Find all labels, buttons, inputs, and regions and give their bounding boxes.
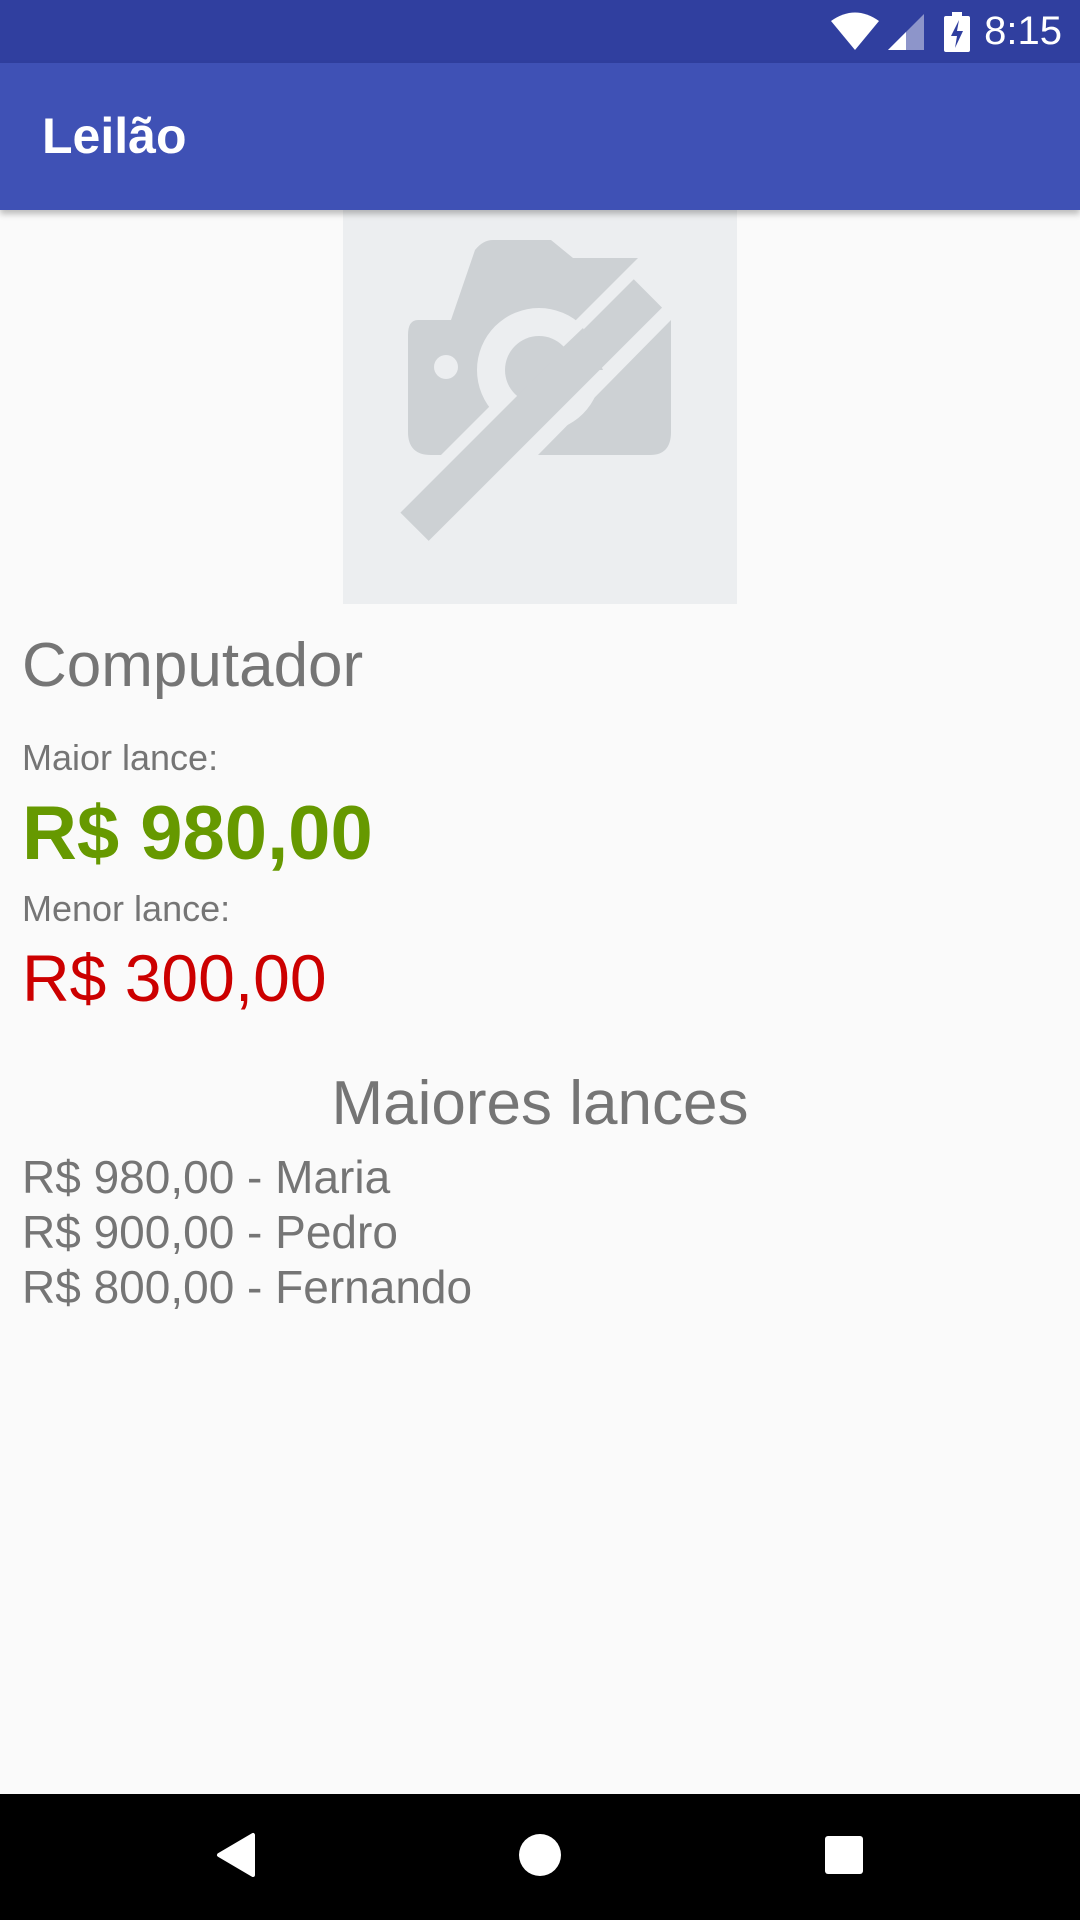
- no-photo-icon: [343, 210, 737, 604]
- highest-bid-label: Maior lance:: [22, 737, 219, 778]
- recent-apps-icon: [824, 1835, 864, 1880]
- navigation-bar: [0, 1794, 1080, 1920]
- battery-charging-icon: [944, 11, 971, 52]
- lowest-bid-value: R$ 300,00: [22, 941, 327, 1015]
- home-icon: [518, 1833, 562, 1882]
- app-bar: Leilão: [0, 63, 1080, 210]
- app-title: Leilão: [42, 108, 187, 164]
- screen: 8:15 Leilão Computador Maior lance: R$ 9…: [0, 0, 1080, 1920]
- list-item: R$ 800,00 - Fernando: [22, 1261, 473, 1313]
- product-image: [343, 210, 737, 604]
- back-button[interactable]: [175, 1794, 295, 1920]
- highest-bid-value: R$ 980,00: [22, 791, 373, 876]
- home-button[interactable]: [480, 1794, 600, 1920]
- list-item: R$ 900,00 - Pedro: [22, 1206, 398, 1258]
- top-bids-list: R$ 980,00 - Maria R$ 900,00 - Pedro R$ 8…: [22, 1150, 472, 1315]
- status-icons: 8:15: [830, 0, 1062, 63]
- status-time: 8:15: [984, 9, 1062, 53]
- list-item: R$ 980,00 - Maria: [22, 1151, 391, 1203]
- back-icon: [213, 1831, 257, 1884]
- top-bids-title: Maiores lances: [331, 1069, 749, 1138]
- status-bar: 8:15: [0, 0, 1080, 63]
- recent-apps-button[interactable]: [784, 1794, 904, 1920]
- cell-signal-icon: [886, 12, 926, 52]
- lowest-bid-label: Menor lance:: [22, 888, 231, 929]
- wifi-icon: [830, 12, 880, 52]
- product-name: Computador: [22, 631, 364, 700]
